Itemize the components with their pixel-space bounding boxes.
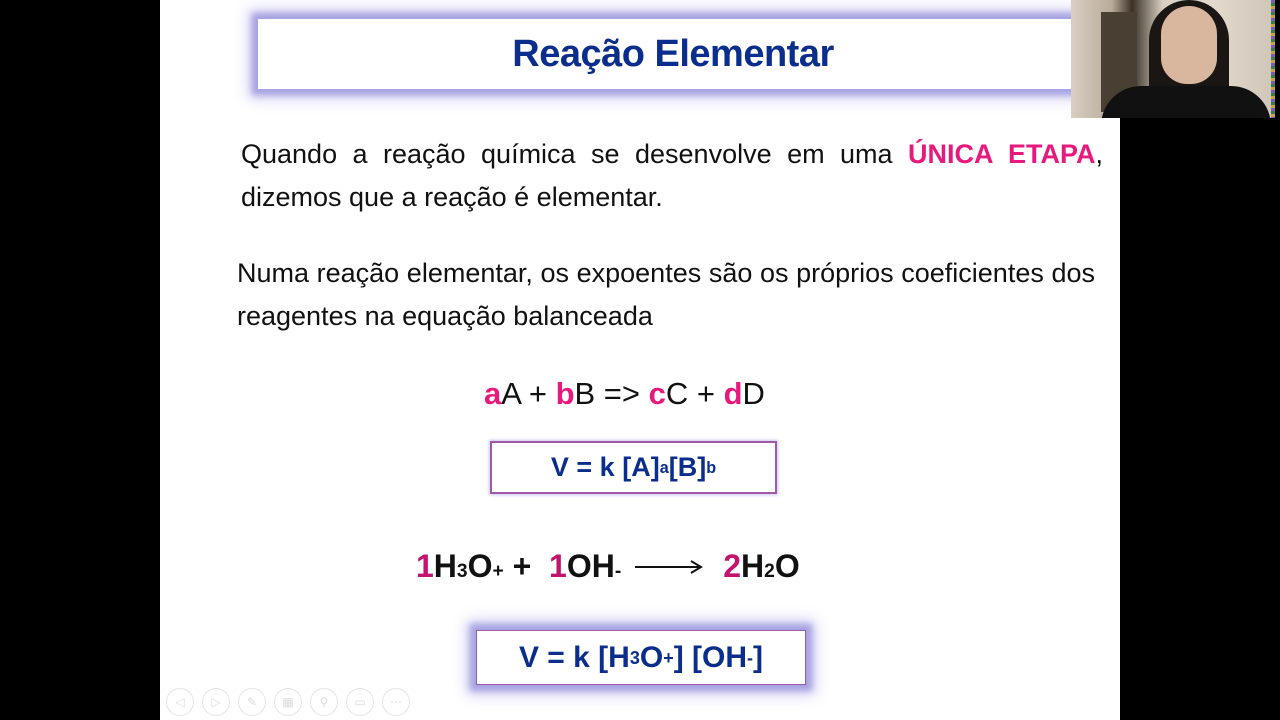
example-rate-law-box: V = k [H 3 O +] [OH -] xyxy=(476,630,806,685)
pen-icon: ✎ xyxy=(246,695,258,709)
webcam-overlay xyxy=(1071,0,1275,118)
highlight-single-step: ÚNICA ETAPA xyxy=(908,139,1096,169)
exponents-paragraph: Numa reação elementar, os expoentes são … xyxy=(237,258,1095,331)
general-rate-law-box: V = k [A] a [B] b xyxy=(490,441,777,494)
rate-law-text: ] xyxy=(753,640,764,674)
plus-sign: + xyxy=(520,376,556,411)
rate-law-text: V = k [H xyxy=(518,640,630,674)
definition-text: Quando a reação química se desenvolve em… xyxy=(241,139,909,169)
hydroxide-formula: OH xyxy=(566,548,615,584)
species-d: D xyxy=(742,376,765,411)
general-equation: aA + bB => cC + dD xyxy=(484,376,765,412)
more-icon: ⋯ xyxy=(390,695,402,709)
slideshow-controls: ◁ ▷ ✎ ▦ ⚲ ▭ ⋯ xyxy=(166,688,410,716)
reaction-arrow-icon xyxy=(635,560,704,574)
species-c: C xyxy=(665,376,689,411)
presentation-slide: Reação Elementar Quando a reação química… xyxy=(160,0,1120,720)
subtitles-icon: ▭ xyxy=(354,695,366,709)
species-b: B xyxy=(574,376,596,411)
next-slide-button[interactable]: ▷ xyxy=(202,688,230,716)
subtitles-button[interactable]: ▭ xyxy=(346,688,374,716)
slide-title: Reação Elementar xyxy=(512,32,834,75)
previous-icon: ◁ xyxy=(175,695,185,709)
hydronium-formula: H xyxy=(433,548,457,584)
coefficient-d: d xyxy=(723,376,743,411)
coefficient-b: b xyxy=(555,376,575,411)
previous-slide-button[interactable]: ◁ xyxy=(166,688,194,716)
coefficient-c: c xyxy=(648,376,666,411)
rate-law-text: O xyxy=(639,640,664,674)
pen-tool-button[interactable]: ✎ xyxy=(238,688,266,716)
hydronium-formula: O xyxy=(467,548,493,584)
coefficient-hydronium: 1 xyxy=(416,548,434,584)
video-noise-edge xyxy=(1271,0,1275,118)
species-a: A xyxy=(501,376,521,411)
water-formula: H xyxy=(741,548,765,584)
title-banner: Reação Elementar xyxy=(258,19,1088,89)
presenter-body xyxy=(1101,86,1271,118)
magnifier-icon: ⚲ xyxy=(319,695,329,709)
zoom-button[interactable]: ⚲ xyxy=(310,688,338,716)
reaction-arrow: => xyxy=(595,376,649,411)
rate-law-text: V = k [A] xyxy=(550,452,660,482)
coefficient-a: a xyxy=(484,376,502,411)
slides-grid-icon: ▦ xyxy=(282,695,294,709)
coefficient-water: 2 xyxy=(723,548,742,584)
rate-law-text: ] [OH xyxy=(673,640,748,674)
definition-paragraph: Quando a reação química se desenvolve em… xyxy=(241,133,1103,219)
rate-law-text: [B] xyxy=(668,452,707,482)
example-equation: 1 H 3 O + + 1 OH - 2 H2O xyxy=(416,548,800,584)
see-all-slides-button[interactable]: ▦ xyxy=(274,688,302,716)
plus-sign: + xyxy=(688,376,724,411)
presenter-face xyxy=(1161,6,1217,84)
coefficient-hydroxide: 1 xyxy=(549,548,567,584)
more-options-button[interactable]: ⋯ xyxy=(382,688,410,716)
next-icon: ▷ xyxy=(211,695,221,709)
water-formula: O xyxy=(774,548,800,584)
plus-sign: + xyxy=(503,548,550,584)
